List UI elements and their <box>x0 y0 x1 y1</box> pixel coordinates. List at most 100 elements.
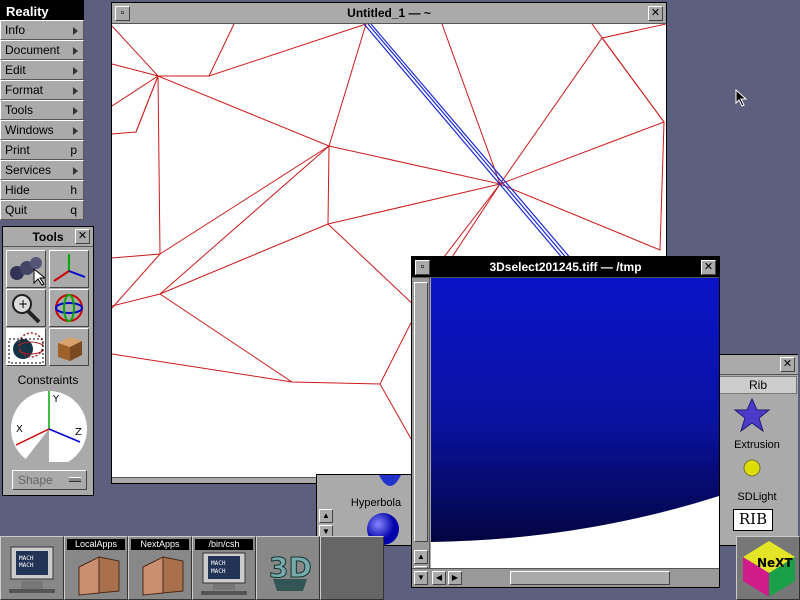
dock-label: NextApps <box>131 539 189 550</box>
menu-item-label: Services <box>5 163 52 177</box>
spheres-select-icon[interactable] <box>6 250 47 288</box>
svg-text:MACH: MACH <box>19 562 34 569</box>
tools-panel: Tools ✕ + Constraints Y X Z Shape <box>2 226 94 496</box>
menu-item-label: Document <box>5 43 60 57</box>
close-icon[interactable]: ✕ <box>701 260 716 275</box>
sdlight-label: SDLight <box>737 491 777 503</box>
dock-label: LocalApps <box>67 539 125 550</box>
submenu-arrow-icon <box>73 27 78 35</box>
scroll-right-icon[interactable]: ▶ <box>448 571 462 585</box>
menu-item-document[interactable]: Document <box>0 40 84 60</box>
scroll-up-icon[interactable]: ▲ <box>414 550 428 564</box>
horizontal-scrollbar[interactable]: ▼ ◀ ▶ <box>412 568 719 587</box>
vertical-scroll-knob[interactable] <box>414 282 428 542</box>
shape-popup[interactable]: Shape <box>12 470 87 490</box>
menu-item-windows[interactable]: Windows <box>0 120 84 140</box>
rib-titlebar[interactable]: ✕ <box>717 355 798 375</box>
submenu-arrow-icon <box>73 167 78 175</box>
reality-3d-icon: 3D <box>269 551 312 591</box>
untitled-titlebar[interactable]: ▫ Untitled_1 — ~ ✕ <box>112 3 666 24</box>
menu-item-label: Edit <box>5 63 26 77</box>
miniaturize-icon[interactable]: ▫ <box>115 6 130 21</box>
tiff-titlebar[interactable]: ▫ 3Dselect201245.tiff — /tmp ✕ <box>412 257 719 278</box>
menu-item-format[interactable]: Format <box>0 80 84 100</box>
rotate-icon[interactable] <box>49 289 89 327</box>
extrusion-label: Extrusion <box>734 439 780 451</box>
tools-titlebar[interactable]: Tools ✕ <box>3 227 93 247</box>
constraints-label: Constraints <box>17 373 79 387</box>
menu-item-hide[interactable]: Hide h <box>0 180 84 200</box>
scroll-up-icon[interactable]: ▲ <box>319 509 333 523</box>
menu-title[interactable]: Reality <box>0 0 84 20</box>
tiff-image[interactable] <box>431 278 719 568</box>
miniaturize-icon[interactable]: ▫ <box>415 260 430 275</box>
submenu-arrow-icon <box>73 67 78 75</box>
scroll-left-icon[interactable]: ◀ <box>432 571 446 585</box>
workspace-monitor-icon: MACHMACH <box>9 546 55 593</box>
dock-label: /bin/csh <box>195 539 253 550</box>
scroll-down-icon[interactable]: ▼ <box>414 571 428 585</box>
extrusion-star-icon[interactable] <box>733 397 771 435</box>
menu-shortcut: q <box>70 203 77 217</box>
svg-text:+: + <box>18 297 28 311</box>
dock-local-apps[interactable]: LocalApps <box>64 536 128 600</box>
axis-x-label: X <box>16 424 23 435</box>
svg-text:NeXT: NeXT <box>757 556 793 570</box>
menu-item-label: Info <box>5 23 26 37</box>
close-icon[interactable]: ✕ <box>75 229 90 244</box>
rib-tab-label: Rib <box>748 378 767 392</box>
rendered-sphere-image <box>431 278 719 568</box>
rib-panel: ✕ Rib Extrusion SDLight RIB <box>716 354 798 546</box>
submenu-arrow-icon <box>73 87 78 95</box>
axis-y-label: Y <box>52 394 60 405</box>
menu-item-label: Print <box>5 143 30 157</box>
light-bulb-icon[interactable] <box>742 458 762 478</box>
folder-icon <box>78 556 120 596</box>
folder-icon <box>142 556 184 596</box>
menu-item-print[interactable]: Print p <box>0 140 84 160</box>
next-logo[interactable]: NeXT <box>736 536 800 600</box>
menu-item-quit[interactable]: Quit q <box>0 200 84 220</box>
vertical-scrollbar[interactable]: ▲ ▼ <box>412 278 430 580</box>
menu-shortcut: h <box>70 183 77 197</box>
box-icon[interactable] <box>49 328 89 366</box>
dock-workspace[interactable]: MACH MACH <box>0 536 64 600</box>
hyperbola-shape-icon <box>379 475 401 486</box>
shape-popup-label: Shape <box>18 473 53 487</box>
dock-next-apps[interactable]: NextApps <box>128 536 192 600</box>
dock-3d-reality[interactable]: 3D <box>256 536 320 600</box>
submenu-arrow-icon <box>73 127 78 135</box>
horizontal-scroll-knob[interactable] <box>510 571 670 585</box>
constraints-widget[interactable]: Y X Z <box>10 387 88 467</box>
popup-icon <box>69 477 81 482</box>
lattice-sphere-icon[interactable] <box>6 328 46 366</box>
menu-item-edit[interactable]: Edit <box>0 60 84 80</box>
svg-text:MACH: MACH <box>211 560 226 567</box>
zoom-icon[interactable]: + <box>6 289 46 327</box>
close-icon[interactable]: ✕ <box>648 6 663 21</box>
mouse-pointer-icon <box>735 89 748 107</box>
tab-rib[interactable]: Rib <box>719 376 797 394</box>
menu-item-info[interactable]: Info <box>0 20 84 40</box>
terminal-monitor-icon: MACHMACH <box>201 552 247 595</box>
dock-terminal[interactable]: /bin/csh MACH MACH <box>192 536 256 600</box>
constraints-axes-icon: Y X Z <box>11 391 87 467</box>
next-cube-icon: NeXT <box>743 541 795 597</box>
menu-item-label: Windows <box>5 123 54 137</box>
svg-text:MACH: MACH <box>211 568 226 575</box>
menu-item-label: Format <box>5 83 44 97</box>
axes-icon[interactable] <box>49 250 89 288</box>
menu-item-services[interactable]: Services <box>0 160 84 180</box>
menu-item-label: Quit <box>5 203 28 217</box>
palette-content: Hyperbola <box>337 475 415 545</box>
tiff-window: ▫ 3Dselect201245.tiff — /tmp ✕ ▲ ▼ ▼ ◀ ▶ <box>411 256 720 588</box>
menu-item-tools[interactable]: Tools <box>0 100 84 120</box>
hyperbola-label: Hyperbola <box>350 497 402 509</box>
svg-text:MACH: MACH <box>19 555 34 562</box>
rib-badge[interactable]: RIB <box>733 509 773 531</box>
close-icon[interactable]: ✕ <box>780 357 795 372</box>
tools-title: Tools <box>32 230 64 244</box>
menu-item-label: Hide <box>5 183 30 197</box>
dock-empty-slot[interactable] <box>320 536 384 600</box>
menu-item-label: Tools <box>5 103 34 117</box>
